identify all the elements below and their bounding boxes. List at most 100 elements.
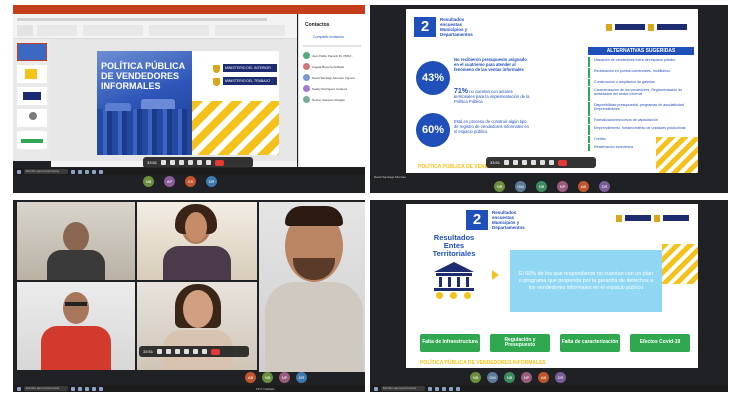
participant-avatar: NP — [521, 372, 532, 383]
alternatives-title: ALTERNATIVAS SUGERIDAS — [588, 47, 694, 55]
shield-icon — [654, 214, 660, 222]
chat-icon[interactable] — [531, 160, 537, 165]
video-tile[interactable] — [17, 202, 135, 280]
share-icon[interactable] — [179, 160, 185, 165]
ministry-trabajo: MINISTERIO DEL TRABAJO — [223, 77, 277, 85]
meeting-controls[interactable]: 33:51 — [486, 157, 596, 168]
taskbar: Escribe aquí para buscar — [13, 168, 365, 175]
participant-avatar: GS — [185, 176, 196, 187]
ministry-logos — [606, 23, 690, 31]
government-building-icon — [430, 262, 478, 304]
mic-icon[interactable] — [170, 160, 176, 165]
shield-icon — [606, 23, 612, 31]
card-regulacion: Regulación y Presupuesto — [490, 334, 550, 352]
header-line: Departamentos — [492, 225, 525, 230]
participant-avatar: NB — [494, 181, 505, 192]
share-icon[interactable] — [175, 349, 181, 354]
camera-icon[interactable] — [161, 160, 167, 165]
participant-avatar: DR — [555, 372, 566, 383]
contact-name: Nataly Rodríguez Carlema — [312, 86, 348, 91]
stat-text: No recibieron presupuesto asignado en el… — [454, 57, 527, 72]
participant-avatar: AP — [164, 176, 175, 187]
section-number: 2 — [466, 210, 488, 230]
weather-text: 19°C Nublado — [256, 386, 275, 391]
chat-icon[interactable] — [184, 349, 190, 354]
meeting-controls[interactable]: 33:51 — [139, 346, 249, 357]
participant-avatar: NB — [536, 181, 547, 192]
more-icon[interactable] — [549, 160, 555, 165]
participant-hair — [285, 206, 343, 226]
shield-icon — [213, 78, 220, 86]
ministry-logos — [616, 214, 692, 222]
share-icon[interactable] — [522, 160, 528, 165]
windows-icon[interactable] — [17, 169, 21, 174]
participant-avatar: NB — [470, 372, 481, 383]
windows-icon[interactable] — [374, 386, 378, 391]
people-icon[interactable] — [540, 160, 546, 165]
arrow-icon — [492, 270, 499, 280]
video-tile[interactable] — [137, 202, 257, 280]
taskbar-search[interactable]: Escribe aquí para buscar — [24, 386, 68, 391]
ppt-ribbon — [13, 14, 297, 39]
participant-avatar: AB — [245, 372, 256, 383]
taskbar-search[interactable]: Escribe aquí para buscar — [24, 169, 68, 174]
card-label: Falta de Infraestructura — [422, 339, 478, 346]
windows-icon[interactable] — [17, 386, 21, 391]
more-icon[interactable] — [202, 349, 208, 354]
contact-name: Nelson Vazquez Rodgila — [312, 97, 345, 102]
mic-icon[interactable] — [166, 349, 172, 354]
stat-circle: 43% — [416, 61, 450, 95]
video-tile[interactable] — [259, 202, 365, 372]
call-timer: 33:51 — [147, 160, 158, 165]
participant-avatar: NB — [143, 176, 154, 187]
call-timer: 33:51 — [490, 160, 501, 165]
slide-footer: POLÍTICA PÚBLICA DE VENDEDORES INFORMALE… — [420, 360, 546, 366]
participant-body — [47, 250, 105, 280]
slide-canvas: 2 Resultados encuestas Municipios y Depa… — [406, 204, 698, 368]
yellow-stripes — [192, 101, 279, 155]
more-icon[interactable] — [206, 160, 212, 165]
pane-slide-alternativas: 2 Resultados encuestas Municipios y Depa… — [370, 5, 728, 193]
hang-up-button[interactable] — [558, 159, 568, 166]
shield-icon — [213, 65, 220, 73]
meeting-controls[interactable]: 33:51 — [143, 157, 253, 168]
taskbar-search[interactable]: Escribe aquí para buscar — [381, 386, 425, 391]
mic-icon[interactable] — [513, 160, 519, 165]
stat-value: 43% — [421, 72, 445, 84]
avatar — [303, 85, 310, 92]
entes-title-line: Territoriales — [432, 249, 476, 258]
video-tile[interactable] — [17, 282, 135, 370]
list-item: Reubicación en puntos comerciales, mobil… — [588, 68, 694, 78]
participant-body — [265, 282, 363, 372]
avatar — [303, 96, 310, 103]
contact-name: Angela Becerra Ardilado — [312, 64, 345, 69]
participant-avatar: NP — [279, 372, 290, 383]
participant-avatar: GM — [487, 372, 498, 383]
participant-avatar: DR — [296, 372, 307, 383]
participant-head — [63, 292, 89, 324]
people-icon[interactable] — [193, 349, 199, 354]
chat-icon[interactable] — [188, 160, 194, 165]
camera-icon[interactable] — [157, 349, 163, 354]
participant-avatar: AB — [578, 181, 589, 192]
participant-avatar: AB — [538, 372, 549, 383]
participant-avatar: DR — [599, 181, 610, 192]
list-item: Construcción o ampliación de galerías — [588, 79, 694, 86]
people-icon[interactable] — [197, 160, 203, 165]
share-invite-button[interactable]: Compartir invitación — [313, 35, 344, 39]
ppt-titlebar — [13, 5, 365, 14]
list-item: Ubicación de vendedores fuera del espaci… — [588, 57, 694, 67]
avatar — [303, 52, 310, 59]
pane-slide-entes: 2 Resultados encuestas Municipios y Depa… — [370, 200, 728, 392]
card-label: Efectos Covid-19 — [639, 339, 681, 346]
slide-title-line1: POLÍTICA PÚBLICA — [101, 61, 186, 71]
slide-thumbnails[interactable] — [13, 39, 51, 161]
slide-canvas[interactable]: POLÍTICA PÚBLICA DE VENDEDORES INFORMALE… — [97, 51, 279, 155]
slide-title-line3: INFORMALES — [101, 81, 161, 91]
hang-up-button[interactable] — [215, 159, 225, 166]
contacts-panel: Contactos Compartir invitación Juan Pabl… — [298, 14, 365, 167]
camera-icon[interactable] — [504, 160, 510, 165]
hang-up-button[interactable] — [211, 348, 221, 355]
participant-body — [163, 246, 231, 280]
list-item: Caracterización de los vendedores, Regla… — [588, 87, 694, 101]
